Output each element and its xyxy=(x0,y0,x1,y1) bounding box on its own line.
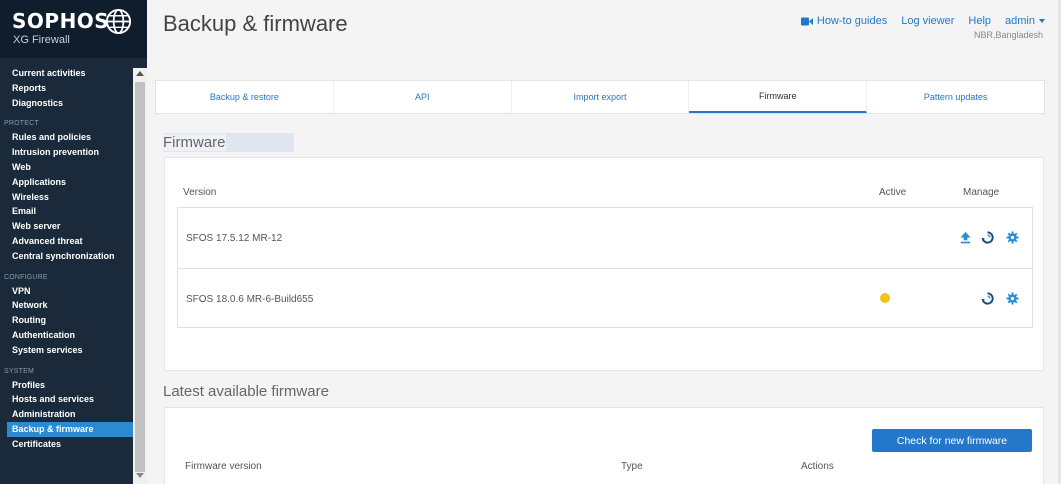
active-indicator-icon xyxy=(880,293,890,303)
sidebar-item-backup-firmware[interactable]: Backup & firmware xyxy=(7,421,133,437)
sidebar-item-applications[interactable]: Applications xyxy=(0,175,133,190)
page-title: Backup & firmware xyxy=(163,11,348,36)
sidebar-item-vpn[interactable]: VPN xyxy=(0,284,133,299)
table-row: SFOS 18.0.6 MR-6-Build655 xyxy=(178,268,1032,328)
column-header-manage: Manage xyxy=(963,187,1000,198)
column-header-version: Version xyxy=(183,187,217,198)
admin-label: admin xyxy=(1005,15,1035,27)
sidebar-item-hosts-and-services[interactable]: Hosts and services xyxy=(0,392,133,407)
sidebar-item-email[interactable]: Email xyxy=(0,204,133,219)
sidebar-item-reports[interactable]: Reports xyxy=(0,81,133,96)
firmware-table: SFOS 17.5.12 MR-12 SFOS 18.0.6 MR-6-Buil… xyxy=(177,207,1033,328)
sidebar-scrollbar[interactable] xyxy=(133,68,147,484)
scroll-up-arrow-icon[interactable] xyxy=(136,71,144,76)
brand-logo[interactable]: SOPHOS XG Firewall xyxy=(0,0,147,58)
sidebar-item-rules-and-policies[interactable]: Rules and policies xyxy=(0,130,133,145)
sidebar-item-network[interactable]: Network xyxy=(0,298,133,313)
sidebar-item-central-synchronization[interactable]: Central synchronization xyxy=(0,249,133,264)
product-name: XG Firewall xyxy=(13,34,70,46)
sophos-globe-icon xyxy=(105,8,132,35)
how-to-guides-link[interactable]: How-to guides xyxy=(800,15,888,27)
location-label: NBR,Bangladesh xyxy=(973,30,1043,40)
tab-import-export[interactable]: Import export xyxy=(512,81,690,113)
tab-pattern-updates[interactable]: Pattern updates xyxy=(867,81,1044,113)
tab-api[interactable]: API xyxy=(334,81,512,113)
scroll-down-arrow-icon[interactable] xyxy=(136,473,144,478)
sidebar-item-web[interactable]: Web xyxy=(0,160,133,175)
admin-menu[interactable]: admin xyxy=(1005,15,1045,27)
firmware-version-name: SFOS 18.0.6 MR-6-Build655 xyxy=(186,294,314,305)
brand-name: SOPHOS xyxy=(12,9,110,33)
sidebar-item-profiles[interactable]: Profiles xyxy=(0,378,133,393)
reboot-icon[interactable] xyxy=(981,231,994,244)
sidebar-section-system: SYSTEM xyxy=(4,367,34,375)
table-row: SFOS 17.5.12 MR-12 xyxy=(178,208,1032,268)
sidebar-item-wireless[interactable]: Wireless xyxy=(0,190,133,205)
sidebar-item-certificates[interactable]: Certificates xyxy=(0,437,133,452)
column-header-actions: Actions xyxy=(801,461,834,472)
top-navigation: How-to guides Log viewer Help admin xyxy=(787,14,1045,28)
settings-icon[interactable] xyxy=(1006,292,1019,305)
check-for-new-firmware-button[interactable]: Check for new firmware xyxy=(872,429,1032,452)
tab-bar: Backup & restore API Import export Firmw… xyxy=(155,80,1045,114)
sidebar-item-administration[interactable]: Administration xyxy=(0,407,133,422)
sidebar-item-routing[interactable]: Routing xyxy=(0,313,133,328)
sidebar-section-protect: PROTECT xyxy=(4,120,39,128)
settings-icon[interactable] xyxy=(1006,231,1019,244)
sidebar-item-web-server[interactable]: Web server xyxy=(0,219,133,234)
sidebar-item-intrusion-prevention[interactable]: Intrusion prevention xyxy=(0,145,133,160)
sidebar-nav: Current activities Reports Diagnostics P… xyxy=(0,66,133,452)
sidebar-item-diagnostics[interactable]: Diagnostics xyxy=(0,96,133,111)
column-header-firmware-version: Firmware version xyxy=(185,461,262,472)
main-content: Backup & firmware How-to guides Log view… xyxy=(147,0,1061,484)
scroll-thumb[interactable] xyxy=(135,82,145,472)
reboot-icon[interactable] xyxy=(981,292,994,305)
sidebar: SOPHOS XG Firewall Current activities Re… xyxy=(0,0,147,484)
how-to-guides-label: How-to guides xyxy=(816,15,888,27)
firmware-panel: Version Active Manage SFOS 17.5.12 MR-12 xyxy=(164,157,1044,371)
latest-firmware-section-title: Latest available firmware xyxy=(163,383,329,400)
firmware-section-title: Firmware xyxy=(163,133,294,152)
firmware-version-name: SFOS 17.5.12 MR-12 xyxy=(186,233,283,244)
sidebar-item-authentication[interactable]: Authentication xyxy=(0,328,133,343)
column-header-active: Active xyxy=(879,187,907,198)
tab-firmware[interactable]: Firmware xyxy=(689,81,868,113)
caret-down-icon xyxy=(1039,19,1045,23)
sidebar-item-advanced-threat[interactable]: Advanced threat xyxy=(0,234,133,249)
latest-firmware-panel: Check for new firmware Firmware version … xyxy=(164,407,1044,484)
help-link[interactable]: Help xyxy=(968,15,991,27)
sidebar-section-configure: CONFIGURE xyxy=(4,273,48,281)
column-header-type: Type xyxy=(621,461,643,472)
sidebar-item-system-services[interactable]: System services xyxy=(0,343,133,358)
log-viewer-link[interactable]: Log viewer xyxy=(901,15,954,27)
sidebar-item-current-activities[interactable]: Current activities xyxy=(0,66,133,81)
upload-icon[interactable] xyxy=(959,231,972,244)
video-camera-icon xyxy=(800,17,813,25)
tab-backup-restore[interactable]: Backup & restore xyxy=(156,81,334,113)
